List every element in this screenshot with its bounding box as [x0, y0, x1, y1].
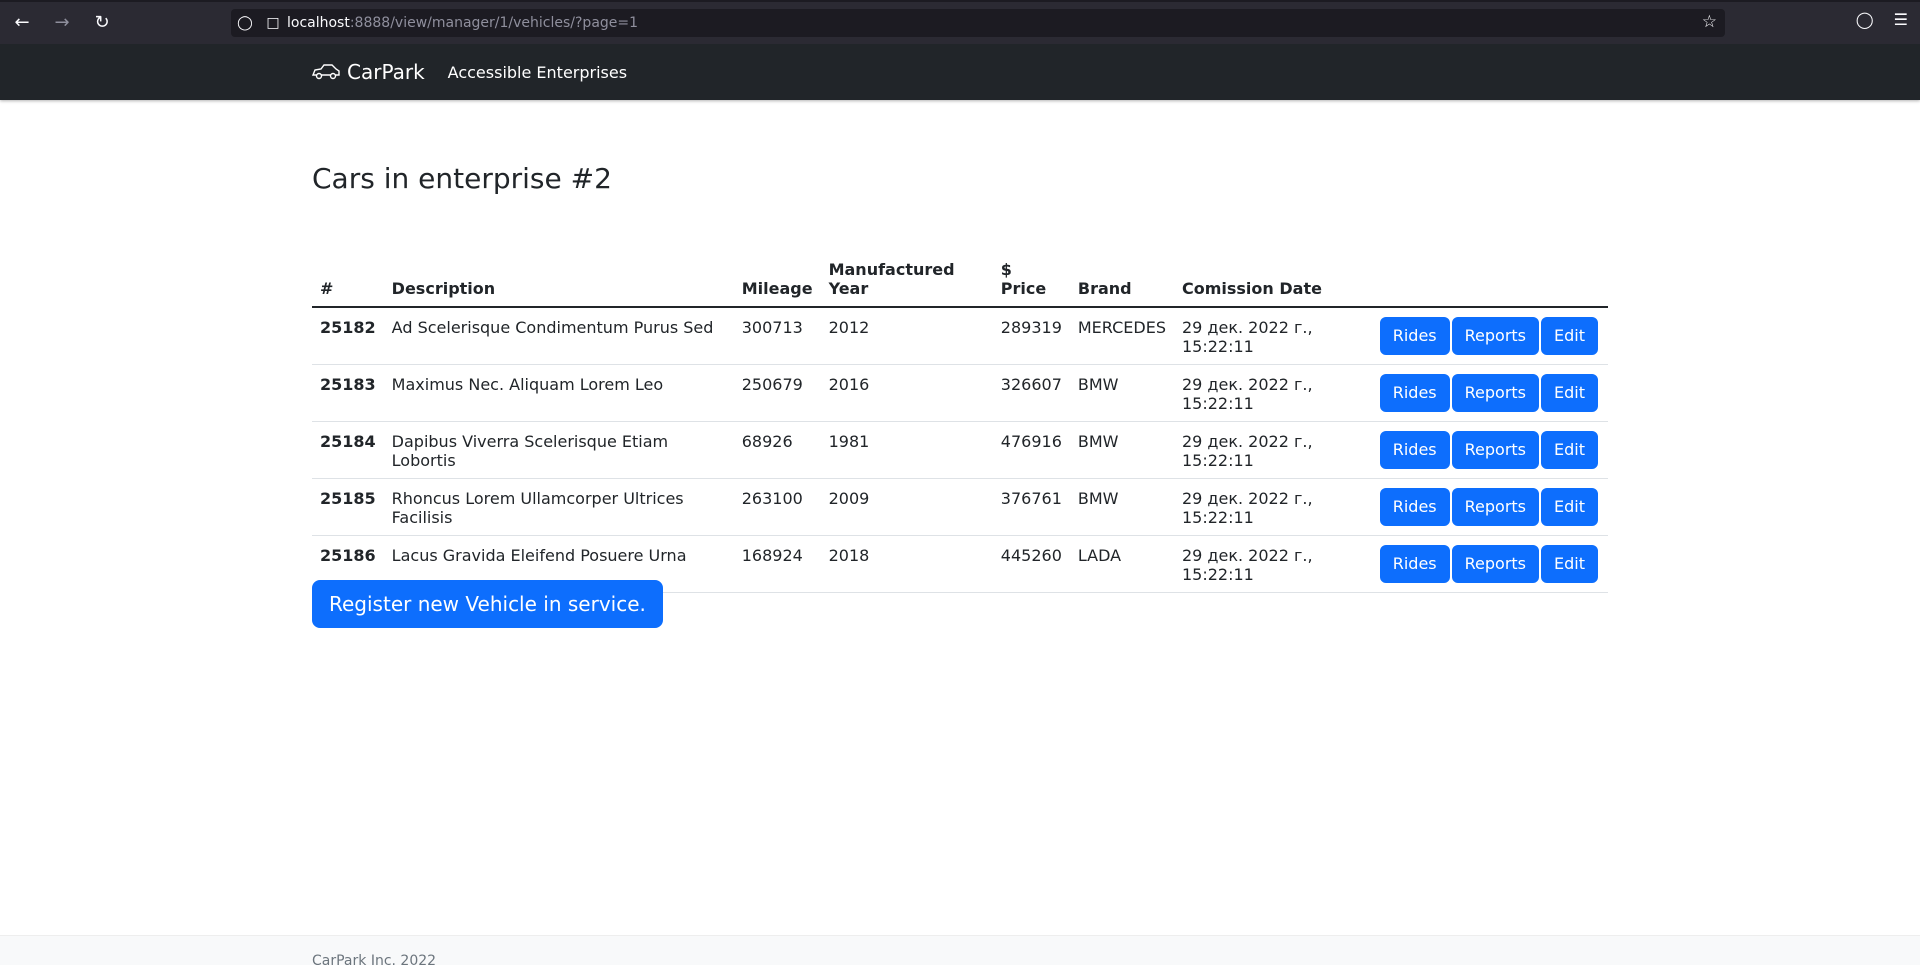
cell-mileage: 263100	[733, 478, 821, 536]
table-row: 25183 Maximus Nec. Aliquam Lorem Leo 250…	[312, 364, 1608, 422]
url-host: localhost	[287, 15, 350, 31]
brand-name: CarPark	[347, 60, 425, 84]
edit-button[interactable]: Edit	[1541, 545, 1598, 583]
cell-price: 376761	[992, 478, 1070, 536]
cell-date: 29 дек. 2022 г., 15:22:11	[1173, 364, 1372, 422]
cell-id: 25184	[312, 421, 384, 479]
cell-actions: Rides Reports Edit	[1371, 421, 1608, 479]
cell-brand: BMW	[1069, 421, 1174, 479]
table-row: 25182 Ad Scelerisque Condimentum Purus S…	[312, 307, 1608, 365]
reports-button[interactable]: Reports	[1451, 545, 1540, 583]
cell-price: 289319	[992, 307, 1070, 365]
edit-button[interactable]: Edit	[1541, 317, 1598, 355]
cell-year: 2018	[820, 535, 993, 593]
reports-button[interactable]: Reports	[1451, 431, 1540, 469]
url-path: :8888/view/manager/1/vehicles/?page=1	[349, 15, 639, 31]
rides-button[interactable]: Rides	[1379, 317, 1450, 355]
cell-brand: BMW	[1069, 364, 1174, 422]
cell-brand: MERCEDES	[1069, 307, 1174, 365]
cell-date: 29 дек. 2022 г., 15:22:11	[1173, 307, 1372, 365]
page-title: Cars in enterprise #2	[312, 162, 612, 195]
cell-brand: BMW	[1069, 478, 1174, 536]
vehicles-table: # Description Mileage Manufactured Year …	[312, 252, 1608, 593]
header-description: Description	[383, 252, 734, 308]
address-bar[interactable]: ◯ □ localhost:8888/view/manager/1/vehicl…	[231, 9, 1725, 37]
cell-price: 476916	[992, 421, 1070, 479]
rides-button[interactable]: Rides	[1379, 374, 1450, 412]
cell-brand: LADA	[1069, 535, 1174, 593]
brand-link[interactable]: CarPark	[311, 60, 425, 84]
cell-id: 25185	[312, 478, 384, 536]
page-icon: □	[266, 15, 280, 31]
table-header-row: # Description Mileage Manufactured Year …	[312, 252, 1608, 308]
table-row: 25185 Rhoncus Lorem Ullamcorper Ultrices…	[312, 478, 1608, 536]
cell-actions: Rides Reports Edit	[1371, 364, 1608, 422]
header-price: $ Price	[992, 252, 1070, 308]
cell-year: 2012	[820, 307, 993, 365]
cell-id: 25183	[312, 364, 384, 422]
cell-mileage: 68926	[733, 421, 821, 479]
cell-description: Rhoncus Lorem Ullamcorper Ultrices Facil…	[383, 478, 734, 536]
edit-button[interactable]: Edit	[1541, 488, 1598, 526]
back-arrow-icon[interactable]: ←	[4, 4, 40, 40]
footer: CarPark Inc. 2022	[0, 935, 1920, 969]
cell-description: Maximus Nec. Aliquam Lorem Leo	[383, 364, 734, 422]
cell-actions: Rides Reports Edit	[1371, 478, 1608, 536]
cell-year: 2009	[820, 478, 993, 536]
cell-year: 1981	[820, 421, 993, 479]
app-navbar: CarPark Accessible Enterprises	[0, 44, 1920, 100]
nav-link-accessible-enterprises[interactable]: Accessible Enterprises	[448, 63, 627, 82]
edit-button[interactable]: Edit	[1541, 374, 1598, 412]
cell-price: 326607	[992, 364, 1070, 422]
cell-date: 29 дек. 2022 г., 15:22:11	[1173, 535, 1372, 593]
reports-button[interactable]: Reports	[1451, 374, 1540, 412]
forward-arrow-icon[interactable]: →	[44, 4, 80, 40]
cell-date: 29 дек. 2022 г., 15:22:11	[1173, 421, 1372, 479]
bookmark-star-icon[interactable]: ☆	[1702, 12, 1717, 32]
cell-actions: Rides Reports Edit	[1371, 307, 1608, 365]
header-actions	[1371, 252, 1608, 308]
cell-mileage: 168924	[733, 535, 821, 593]
header-id: #	[312, 252, 384, 308]
cell-description: Dapibus Viverra Scelerisque Etiam Lobort…	[383, 421, 734, 479]
cell-mileage: 300713	[733, 307, 821, 365]
rides-button[interactable]: Rides	[1379, 431, 1450, 469]
menu-icon[interactable]: ☰	[1894, 10, 1908, 29]
header-date: Comission Date	[1173, 252, 1372, 308]
pocket-icon[interactable]: ◯	[1856, 10, 1874, 29]
shield-icon[interactable]: ◯	[231, 15, 259, 31]
reports-button[interactable]: Reports	[1451, 317, 1540, 355]
edit-button[interactable]: Edit	[1541, 431, 1598, 469]
header-brand: Brand	[1069, 252, 1174, 308]
car-icon	[311, 64, 340, 80]
cell-date: 29 дек. 2022 г., 15:22:11	[1173, 478, 1372, 536]
header-year: Manufactured Year	[820, 252, 993, 308]
rides-button[interactable]: Rides	[1379, 545, 1450, 583]
cell-actions: Rides Reports Edit	[1371, 535, 1608, 593]
header-mileage: Mileage	[733, 252, 821, 308]
browser-toolbar: ← → ↻ ◯ □ localhost:8888/view/manager/1/…	[0, 0, 1920, 44]
rides-button[interactable]: Rides	[1379, 488, 1450, 526]
tab-strip	[0, 0, 1920, 2]
reports-button[interactable]: Reports	[1451, 488, 1540, 526]
cell-id: 25182	[312, 307, 384, 365]
cell-description: Ad Scelerisque Condimentum Purus Sed	[383, 307, 734, 365]
cell-mileage: 250679	[733, 364, 821, 422]
cell-year: 2016	[820, 364, 993, 422]
cell-price: 445260	[992, 535, 1070, 593]
footer-text: CarPark Inc. 2022	[312, 953, 437, 969]
reload-icon[interactable]: ↻	[84, 4, 120, 40]
table-row: 25184 Dapibus Viverra Scelerisque Etiam …	[312, 421, 1608, 479]
register-vehicle-button[interactable]: Register new Vehicle in service.	[312, 580, 663, 628]
